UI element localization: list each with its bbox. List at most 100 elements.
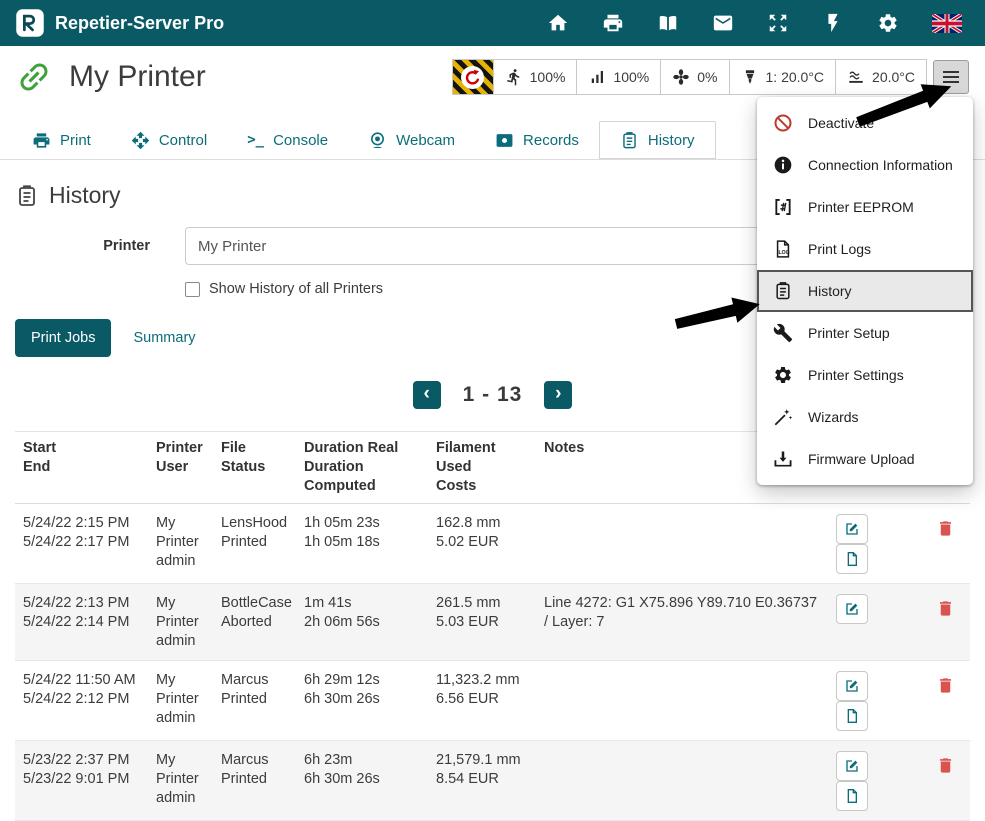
quick-actions-bolt-icon[interactable] [822, 12, 844, 34]
pdf-file-icon [844, 788, 860, 804]
tab-console[interactable]: >_ Console [227, 121, 348, 159]
deactivate-icon [773, 113, 793, 133]
speed-runner-icon [505, 68, 523, 86]
col-duration: Duration RealDuration Computed [296, 432, 428, 504]
edit-note-button[interactable] [836, 594, 868, 624]
fan-value: 0% [697, 69, 717, 85]
records-camera-icon [495, 131, 514, 150]
history-heading-text: History [49, 182, 121, 209]
tab-console-label: Console [273, 132, 328, 149]
menu-item-label: Wizards [808, 409, 859, 425]
flow-bars-icon [588, 68, 606, 86]
delete-entry-icon[interactable] [936, 519, 955, 538]
menu-item-label: Printer Setup [808, 325, 890, 341]
pdf-file-icon [844, 551, 860, 567]
control-arrows-icon [131, 131, 150, 150]
show-all-printers-checkbox[interactable] [185, 282, 200, 297]
console-prompt-icon: >_ [247, 132, 264, 148]
extruder-temp-status[interactable]: 1: 20.0°C [729, 60, 836, 94]
col-file-status: FileStatus [213, 432, 296, 504]
edit-note-button[interactable] [836, 671, 868, 701]
pdf-report-button[interactable] [836, 701, 868, 731]
printer-title: My Printer [69, 60, 206, 94]
menu-item-connection-information[interactable]: Connection Information [757, 144, 973, 186]
tab-history-label: History [648, 132, 695, 149]
table-row: 5/24/22 2:13 PM5/24/22 2:14 PM My Printe… [15, 584, 970, 661]
speed-value: 100% [530, 69, 566, 85]
table-row: 5/24/22 11:50 AM5/24/22 2:12 PM My Print… [15, 661, 970, 741]
edit-icon [844, 521, 860, 537]
firmware-upload-icon [773, 449, 793, 469]
edit-note-button[interactable] [836, 751, 868, 781]
tab-print[interactable]: Print [12, 121, 111, 159]
menu-item-printer-setup[interactable]: Printer Setup [757, 312, 973, 354]
reset-arrow-icon [461, 66, 484, 89]
webcam-icon [368, 131, 387, 150]
connected-link-icon[interactable] [7, 50, 61, 104]
tab-webcam[interactable]: Webcam [348, 121, 475, 159]
prev-page-button[interactable]: ‹ [413, 381, 441, 409]
delete-entry-icon[interactable] [936, 599, 955, 618]
home-icon[interactable] [547, 12, 569, 34]
menu-item-history[interactable]: History [757, 270, 973, 312]
hazard-stripes [453, 60, 493, 94]
speed-status[interactable]: 100% [493, 60, 577, 94]
delete-entry-icon[interactable] [936, 676, 955, 695]
printer-icon[interactable] [602, 12, 624, 34]
edit-icon [844, 758, 860, 774]
bed-temp-status[interactable]: 20.0°C [835, 60, 926, 94]
messages-mail-icon[interactable] [712, 12, 734, 34]
tab-records[interactable]: Records [475, 121, 599, 159]
global-settings-gear-icon[interactable] [877, 12, 899, 34]
history-heading-icon [15, 184, 39, 208]
gcodes-book-icon[interactable] [657, 12, 679, 34]
summary-link[interactable]: Summary [133, 330, 195, 346]
printer-dropdown-menu: Deactivate Connection Information Printe… [757, 97, 973, 485]
language-flag-uk-icon[interactable] [932, 14, 962, 33]
delete-entry-icon[interactable] [936, 756, 955, 775]
edit-icon [844, 678, 860, 694]
menu-item-printer-settings[interactable]: Printer Settings [757, 354, 973, 396]
menu-item-print-logs[interactable]: LOG Print Logs [757, 228, 973, 270]
fan-icon [672, 68, 690, 86]
fullscreen-icon[interactable] [767, 12, 789, 34]
extruder-temp-value: 1: 20.0°C [766, 69, 825, 85]
navbar-icons [547, 12, 962, 34]
tab-control[interactable]: Control [111, 121, 227, 159]
app-title: Repetier-Server Pro [55, 13, 224, 34]
flow-value: 100% [613, 69, 649, 85]
print-jobs-button[interactable]: Print Jobs [15, 319, 111, 357]
menu-item-label: Print Logs [808, 241, 871, 257]
fan-status[interactable]: 0% [660, 60, 728, 94]
tab-webcam-label: Webcam [396, 132, 455, 149]
menu-item-label: History [808, 283, 852, 299]
menu-item-deactivate[interactable]: Deactivate [757, 102, 973, 144]
table-row: 5/24/22 2:15 PM5/24/22 2:17 PM My Printe… [15, 504, 970, 584]
gear-icon [773, 365, 793, 385]
printer-status-bar: 100% 100% 0% 1: 20.0°C 20.0°C [452, 59, 927, 95]
edit-note-button[interactable] [836, 514, 868, 544]
info-icon [773, 155, 793, 175]
history-icon [773, 281, 793, 301]
menu-item-firmware-upload[interactable]: Firmware Upload [757, 438, 973, 480]
menu-item-wizards[interactable]: Wizards [757, 396, 973, 438]
menu-item-label: Firmware Upload [808, 451, 915, 467]
printer-select-label: Printer [15, 238, 150, 254]
printer-menu-button[interactable] [933, 60, 969, 94]
log-file-icon: LOG [773, 239, 793, 259]
pdf-file-icon [844, 708, 860, 724]
wrench-icon [773, 323, 793, 343]
wand-icon [773, 407, 793, 427]
menu-item-printer-eeprom[interactable]: Printer EEPROM [757, 186, 973, 228]
history-clipboard-icon [620, 131, 639, 150]
pdf-report-button[interactable] [836, 781, 868, 811]
menu-item-label: Printer Settings [808, 367, 904, 383]
tab-history[interactable]: History [599, 121, 716, 159]
page-range: 1 - 13 [463, 383, 523, 407]
flow-status[interactable]: 100% [576, 60, 660, 94]
repetier-logo-icon[interactable] [15, 8, 45, 38]
heated-bed-icon [847, 68, 865, 86]
emergency-stop-button[interactable] [453, 60, 493, 94]
pdf-report-button[interactable] [836, 544, 868, 574]
next-page-button[interactable]: › [544, 381, 572, 409]
